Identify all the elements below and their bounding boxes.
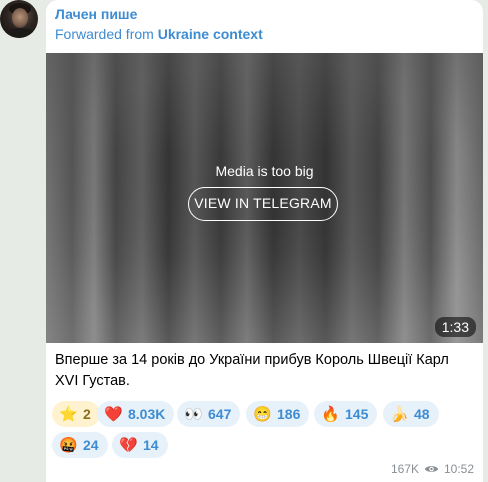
reaction-grimacing-face[interactable]: 😁 186: [246, 401, 310, 427]
channel-name[interactable]: Лачен пише: [55, 6, 137, 22]
video-preview[interactable]: Media is too big VIEW IN TELEGRAM 1:33: [46, 53, 483, 343]
reaction-angry-face[interactable]: 🤬 24: [52, 432, 108, 458]
angry-face-icon: 🤬: [59, 436, 78, 454]
reaction-eyes[interactable]: 👀 647: [177, 401, 241, 427]
view-count: 167K: [390, 462, 419, 476]
channel-avatar[interactable]: [0, 0, 38, 38]
forwarded-source-link[interactable]: Ukraine context: [158, 26, 263, 42]
post-text: Вперше за 14 років до України прибув Кор…: [55, 352, 449, 389]
eyes-icon: 👀: [184, 405, 203, 423]
reaction-broken-heart[interactable]: 💔 14: [112, 432, 168, 458]
reaction-count: 48: [414, 406, 430, 422]
reaction-banana[interactable]: 🍌 48: [383, 401, 439, 427]
reaction-red-heart[interactable]: ❤️ 8.03K: [97, 401, 175, 427]
banana-icon: 🍌: [390, 405, 409, 423]
forwarded-from-line: Forwarded from Ukraine context: [55, 26, 263, 42]
video-duration-badge: 1:33: [434, 317, 476, 337]
reaction-star[interactable]: ⭐ 2: [52, 401, 100, 427]
media-too-big-text: Media is too big: [215, 163, 314, 179]
message-time: 10:52: [443, 462, 474, 476]
avatar-shoulders: [3, 28, 37, 38]
grimacing-face-icon: 😁: [253, 405, 272, 423]
view-in-telegram-button[interactable]: VIEW IN TELEGRAM: [188, 187, 338, 221]
fire-icon: 🔥: [321, 405, 340, 423]
reaction-count: 14: [143, 437, 159, 453]
reaction-count: 2: [83, 406, 91, 422]
eye-icon: [424, 466, 439, 472]
avatar-face: [12, 8, 28, 28]
forwarded-prefix: Forwarded from: [55, 26, 154, 42]
reaction-count: 186: [277, 406, 301, 422]
reaction-count: 647: [208, 406, 232, 422]
message-bubble: Лачен пише Forwarded from Ukraine contex…: [46, 0, 483, 482]
reaction-fire[interactable]: 🔥 145: [314, 401, 378, 427]
star-icon: ⭐: [59, 405, 78, 423]
reaction-count: 24: [83, 437, 99, 453]
broken-heart-icon: 💔: [119, 436, 138, 454]
reaction-count: 8.03K: [128, 406, 166, 422]
reaction-count: 145: [345, 406, 369, 422]
message-meta: 167K 10:52: [391, 462, 474, 476]
red-heart-icon: ❤️: [104, 405, 123, 423]
